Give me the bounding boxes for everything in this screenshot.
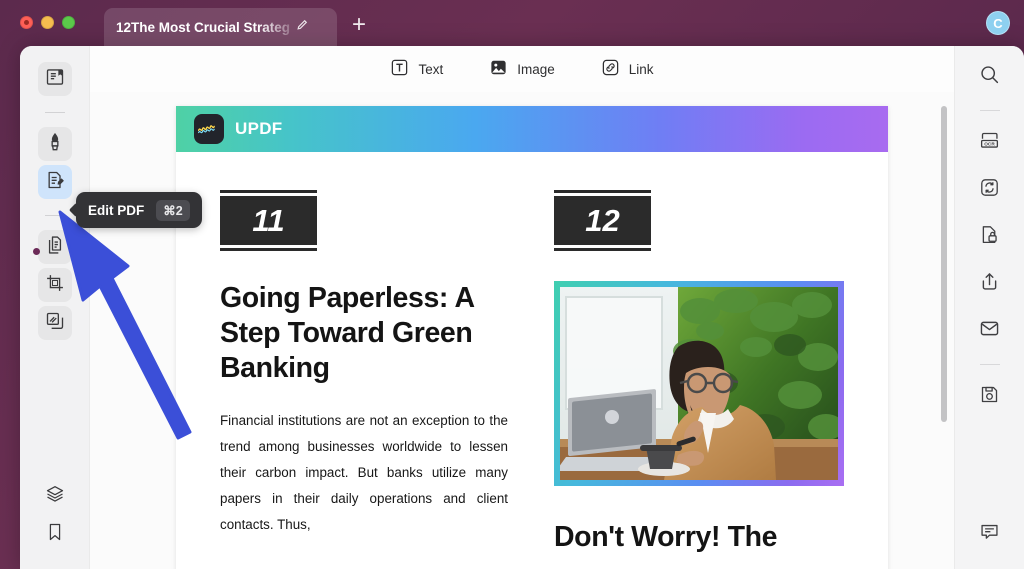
layers-icon xyxy=(45,484,65,509)
highlighter-pen-icon xyxy=(45,132,65,157)
badge-rule-bottom xyxy=(220,248,317,251)
edit-toolbar: Text Image Link xyxy=(90,46,954,92)
article-number-badge: 11 xyxy=(220,190,508,251)
sidebar-item-search[interactable] xyxy=(973,60,1007,94)
sidebar-item-share[interactable] xyxy=(973,267,1007,301)
image-icon xyxy=(489,58,508,80)
badge-box: 12 xyxy=(554,196,651,245)
svg-text:OCR: OCR xyxy=(984,142,995,148)
close-window-button[interactable] xyxy=(20,16,33,29)
sidebar-item-ocr[interactable]: OCR xyxy=(973,126,1007,160)
add-image-label: Image xyxy=(517,61,555,77)
document-lock-icon xyxy=(979,224,1000,250)
sidebar-item-annotate[interactable] xyxy=(37,127,72,161)
badge-rule-top xyxy=(554,190,651,193)
traffic-light-group xyxy=(20,16,75,29)
sidebar-divider-1 xyxy=(44,112,65,113)
add-text-label: Text xyxy=(418,61,444,77)
badge-box: 11 xyxy=(220,196,317,245)
updf-brand-name: UPDF xyxy=(235,119,283,138)
pdf-two-column-layout: 11 Going Paperless: A Step Toward Green … xyxy=(176,152,888,569)
sidebar-item-copy-pages[interactable] xyxy=(37,306,72,340)
article-number: 11 xyxy=(252,202,285,238)
sidebar-item-save[interactable] xyxy=(973,380,1007,414)
document-viewport[interactable]: UPDF 11 Going Paperless: A Step Toward G… xyxy=(90,92,954,569)
sidebar-item-comment[interactable] xyxy=(973,517,1007,551)
document-scrollbar[interactable] xyxy=(940,102,948,559)
sidebar-item-edit-pdf[interactable] xyxy=(37,165,72,199)
scrollbar-thumb[interactable] xyxy=(941,106,947,422)
copy-pages-icon xyxy=(45,311,65,336)
article-column-left: 11 Going Paperless: A Step Toward Green … xyxy=(220,190,508,569)
article-column-right: 12 Don't Worry! The xyxy=(554,190,844,569)
pages-icon xyxy=(45,235,65,260)
article-title: Going Paperless: A Step Toward Green Ban… xyxy=(220,282,474,384)
article-photo[interactable] xyxy=(554,281,844,486)
bookmark-icon xyxy=(45,522,65,547)
ocr-icon: OCR xyxy=(979,130,1000,156)
article-photo-inner xyxy=(560,287,838,480)
badge-rule-top xyxy=(220,190,317,193)
document-tab-title: 12The Most Crucial Strateg xyxy=(116,19,291,35)
article-number-badge: 12 xyxy=(554,190,844,251)
envelope-icon xyxy=(979,318,1000,344)
comment-bubble-icon xyxy=(979,521,1000,547)
pdf-brand-banner: UPDF xyxy=(176,106,888,152)
sidebar-item-protect[interactable] xyxy=(973,220,1007,254)
window-titlebar: 12The Most Crucial Strateg + C xyxy=(0,0,1024,46)
right-sidebar-divider xyxy=(979,110,1000,111)
add-link-button[interactable]: Link xyxy=(601,58,654,80)
article-title: Don't Worry! The xyxy=(554,521,778,553)
sidebar-item-bookmarks[interactable] xyxy=(38,517,72,551)
badge-rule-bottom xyxy=(554,248,651,251)
add-link-label: Link xyxy=(628,61,654,77)
crop-icon xyxy=(45,273,65,298)
sidebar-item-layers[interactable] xyxy=(38,479,72,513)
right-sidebar: OCR xyxy=(954,46,1024,569)
desktop-background: 12The Most Crucial Strateg + C Text Imag… xyxy=(0,0,1024,569)
share-upload-icon xyxy=(979,271,1000,297)
floppy-save-icon xyxy=(979,384,1000,410)
right-sidebar-divider-2 xyxy=(979,364,1000,365)
active-tool-indicator xyxy=(33,248,40,255)
minimize-window-button[interactable] xyxy=(41,16,54,29)
article-body: Financial institutions are not an except… xyxy=(220,413,508,532)
avatar[interactable]: C xyxy=(986,11,1010,35)
sidebar-item-convert[interactable] xyxy=(973,173,1007,207)
tooltip-label: Edit PDF xyxy=(88,202,145,218)
left-sidebar xyxy=(20,46,90,569)
new-tab-button[interactable]: + xyxy=(352,13,366,37)
book-reader-icon xyxy=(45,67,65,92)
sidebar-item-crop-page[interactable] xyxy=(37,268,72,302)
convert-icon xyxy=(979,177,1000,203)
article-number: 12 xyxy=(585,202,620,238)
maximize-window-button[interactable] xyxy=(62,16,75,29)
updf-logo-icon xyxy=(194,114,224,144)
application-window: Text Image Link UPDF 11 Going Paperless:… xyxy=(20,46,1024,569)
text-box-icon xyxy=(390,58,409,80)
sidebar-item-reader-view[interactable] xyxy=(37,62,72,96)
tooltip-shortcut: ⌘2 xyxy=(156,199,190,221)
sidebar-item-email[interactable] xyxy=(973,314,1007,348)
photo-illustration xyxy=(560,287,838,480)
pdf-page[interactable]: UPDF 11 Going Paperless: A Step Toward G… xyxy=(176,106,888,569)
sidebar-divider-2 xyxy=(44,215,65,216)
pencil-icon[interactable] xyxy=(296,18,309,36)
document-tab[interactable]: 12The Most Crucial Strateg xyxy=(104,8,337,46)
sidebar-item-organize-pages[interactable] xyxy=(37,230,72,264)
add-text-button[interactable]: Text xyxy=(390,58,443,80)
edit-pdf-tooltip: Edit PDF ⌘2 xyxy=(76,192,202,228)
link-icon xyxy=(601,58,620,80)
add-image-button[interactable]: Image xyxy=(489,58,555,80)
search-icon xyxy=(979,64,1000,90)
edit-document-icon xyxy=(45,170,65,195)
